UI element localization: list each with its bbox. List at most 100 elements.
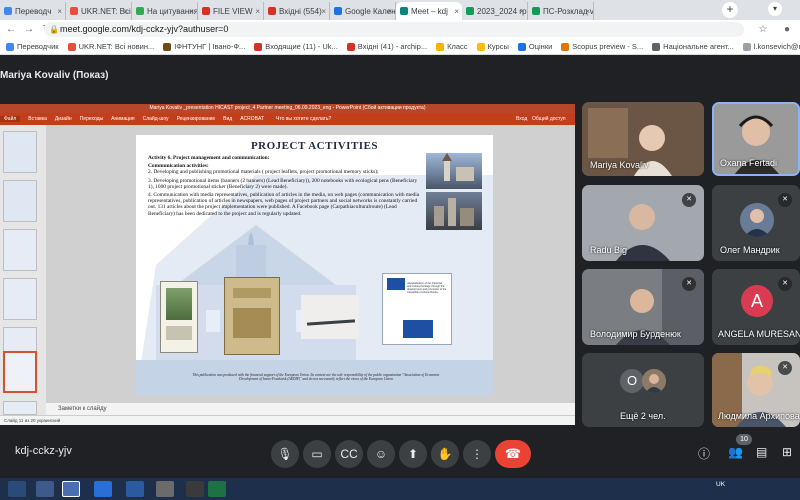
search-icon[interactable] <box>36 481 54 497</box>
forward-icon[interactable]: → <box>22 24 36 35</box>
bookmark-item[interactable]: Переводчик <box>6 42 59 51</box>
edge-icon[interactable] <box>94 481 112 497</box>
activities-icon[interactable]: ⊞ <box>782 445 792 459</box>
file-explorer-icon[interactable] <box>62 481 80 497</box>
app-icon[interactable] <box>186 481 204 497</box>
raise-hand-button[interactable]: ✋ <box>431 440 459 468</box>
info-icon[interactable]: ⓘ <box>698 445 710 462</box>
close-tab-icon[interactable]: × <box>454 7 459 16</box>
participant-tile[interactable]: ✕ Володимир Бурденюк <box>582 269 704 345</box>
bookmark-item[interactable]: Вхідні (41) - archip... <box>346 42 427 51</box>
pen-image <box>301 295 359 339</box>
bookmark-item[interactable]: ІФНТУНГ | Івано-Ф... <box>163 42 245 51</box>
slide-item-3: 3. Developing promotional items (banners… <box>148 177 418 190</box>
bookmark-item[interactable]: Входящие (11) - Uk... <box>254 42 338 51</box>
participant-tile[interactable]: ✕ Radu Big <box>582 185 704 261</box>
present-screen-button[interactable]: ⬆ <box>399 440 427 468</box>
ppt-ribbon-animation[interactable]: Анимация <box>111 116 134 122</box>
bookmark-item[interactable]: UKR.NET: Всі новин... <box>67 42 154 51</box>
ppt-ribbon-design[interactable]: Дизайн <box>55 116 72 122</box>
browser-tab[interactable]: FILE VIEW × <box>198 2 264 20</box>
slide-thumbnail[interactable] <box>3 278 37 320</box>
ppt-tell-me[interactable]: Что вы хотите сделать? <box>276 116 331 122</box>
profile-icon[interactable]: ● <box>780 24 794 35</box>
bookmark-favicon-icon <box>6 42 14 51</box>
slide-thumbnail[interactable] <box>3 401 37 415</box>
participant-tile-speaking[interactable]: Oxana Fertadi <box>712 102 800 176</box>
participant-name: Oxana Fertadi <box>720 158 778 168</box>
app-icon[interactable] <box>126 481 144 497</box>
leave-call-button[interactable]: ☎ <box>495 440 531 468</box>
ppt-ribbon-transitions[interactable]: Переходы <box>80 116 103 122</box>
browser-tab[interactable]: ПС-Розклад v.2× <box>528 2 594 20</box>
bookmark-star-icon[interactable]: ☆ <box>756 24 770 35</box>
participant-tile[interactable]: ✕ Людмила Архипова <box>712 353 800 427</box>
chat-icon[interactable]: ▤ <box>756 445 767 459</box>
mic-off-icon: ✕ <box>778 193 792 207</box>
bookmark-item[interactable]: Курсы <box>476 42 509 51</box>
favicon-icon <box>136 7 144 15</box>
ppt-ribbon-view[interactable]: Вид <box>223 116 232 122</box>
participant-tile[interactable]: Mariya Kovaliv <box>582 102 704 176</box>
slide-thumbnail[interactable] <box>3 131 37 173</box>
excel-icon[interactable] <box>208 481 226 497</box>
close-tab-icon[interactable]: × <box>189 7 194 16</box>
bookmark-favicon-icon <box>742 42 751 51</box>
bookmark-item[interactable]: Scopus preview - S... <box>561 42 643 51</box>
ppt-ribbon-slideshow[interactable]: Слайд-шоу <box>143 116 169 122</box>
ppt-ribbon-acrobat[interactable]: ACROBAT <box>240 116 264 122</box>
app-icon[interactable] <box>156 481 174 497</box>
camera-button[interactable]: ▭ <box>303 440 331 468</box>
bookmark-favicon-icon <box>163 42 172 51</box>
notebook-image <box>224 277 280 355</box>
poster-text: «Revitalization of the historical and cu… <box>407 282 447 294</box>
browser-tab[interactable]: На цитування - × <box>132 2 198 20</box>
more-participants-tile[interactable]: O Ещё 2 чел. <box>582 353 704 427</box>
participant-tile[interactable]: ✕ Олег Мандрик <box>712 185 800 261</box>
start-icon[interactable] <box>8 481 26 497</box>
slide-thumbnail[interactable] <box>3 229 37 271</box>
bookmark-item[interactable]: Класс <box>436 42 468 51</box>
microphone-button[interactable]: 🎙 <box>271 440 299 468</box>
back-icon[interactable]: ← <box>4 24 18 35</box>
close-tab-icon[interactable]: × <box>123 7 128 16</box>
ppt-signin[interactable]: Вход <box>516 116 527 122</box>
participant-name: Олег Мандрик <box>720 245 780 255</box>
bookmark-label: l.konsevich@nung.e... <box>753 42 800 51</box>
people-icon[interactable]: 👥 <box>728 445 743 459</box>
close-tab-icon[interactable]: × <box>321 7 326 16</box>
close-tab-icon[interactable]: × <box>255 7 260 16</box>
slide-thumbnail[interactable] <box>3 180 37 222</box>
ppt-ribbon-file[interactable]: Файл <box>0 116 21 122</box>
close-tab-icon[interactable]: × <box>585 7 590 16</box>
bookmark-label: Scopus preview - S... <box>572 42 644 51</box>
browser-tab-active[interactable]: Meet – kdj × <box>396 2 462 20</box>
browser-tab[interactable]: Переводч × <box>0 2 66 20</box>
browser-tab[interactable]: 2023_2024 граф× <box>462 2 528 20</box>
ppt-ribbon-review[interactable]: Рецензирование <box>177 116 216 122</box>
bookmark-item[interactable]: Оцінки <box>517 42 552 51</box>
close-tab-icon[interactable]: × <box>57 7 62 16</box>
browser-tab[interactable]: UKR.NET: Всі но× <box>66 2 132 20</box>
ppt-share[interactable]: Общий доступ <box>532 116 566 122</box>
bookmark-label: Входящие (11) - Uk... <box>265 42 338 51</box>
bookmark-item[interactable]: Національне агент... <box>652 42 734 51</box>
captions-button[interactable]: CC <box>335 440 363 468</box>
address-bar[interactable]: 🔒 meet.google.com/kdj-cckz-yjv?authuser=… <box>44 22 744 37</box>
town-photo-1 <box>426 153 482 189</box>
bookmark-item[interactable]: l.konsevich@nung.e... <box>742 42 800 51</box>
ppt-ribbon-insert[interactable]: Вставка <box>28 116 47 122</box>
favicon-icon <box>202 7 210 15</box>
tab-search-icon[interactable]: ▾ <box>768 2 782 16</box>
slide-thumbnail-selected[interactable] <box>3 351 37 393</box>
close-tab-icon[interactable]: × <box>387 7 392 16</box>
participant-tile[interactable]: A ✕ ANGELA MURESAN <box>712 269 800 345</box>
close-tab-icon[interactable]: × <box>519 7 524 16</box>
browser-tab[interactable]: Google Календа× <box>330 2 396 20</box>
slide-heading: Activity 6. Project management and commu… <box>148 155 270 161</box>
emoji-button[interactable]: ☺ <box>367 440 395 468</box>
new-tab-button[interactable]: + <box>722 2 738 18</box>
more-options-button[interactable]: ⋮ <box>463 440 491 468</box>
browser-tab[interactable]: Вхідні (554) × <box>264 2 330 20</box>
notes-pane[interactable]: Заметки к слайду <box>46 403 575 415</box>
